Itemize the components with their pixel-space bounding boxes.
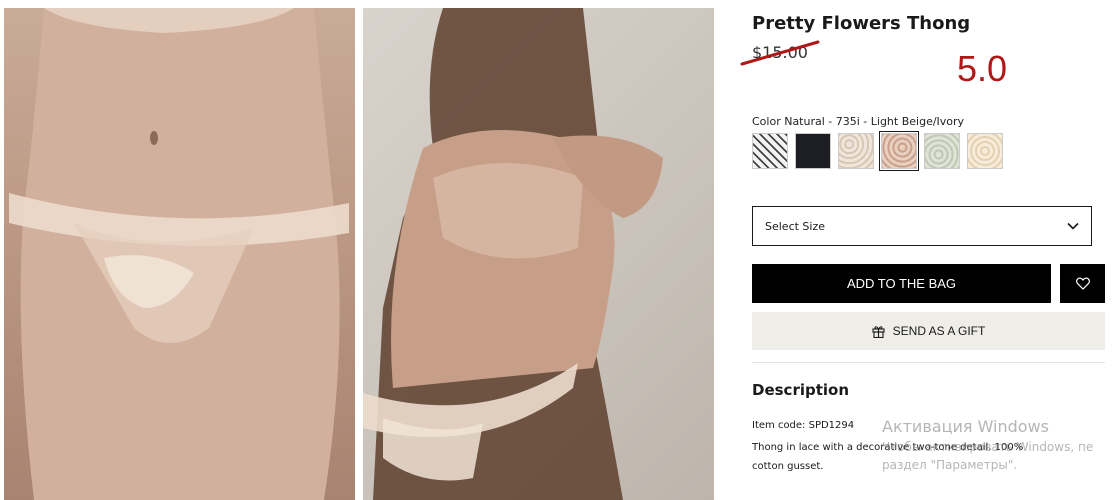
product-photo-model-illustration	[363, 8, 663, 500]
size-select[interactable]: Select Size	[752, 206, 1092, 246]
product-photo-front[interactable]	[4, 8, 355, 500]
product-photo-model[interactable]	[363, 8, 714, 500]
item-code: Item code: SPD1294	[752, 420, 855, 431]
swatch-black-white-lace[interactable]	[752, 133, 788, 169]
swatch-sage-lace[interactable]	[924, 133, 960, 169]
product-title: Pretty Flowers Thong	[752, 13, 971, 34]
wishlist-button[interactable]	[1060, 264, 1105, 303]
send-as-gift-button[interactable]: SEND AS A GIFT	[752, 312, 1105, 350]
gift-icon	[872, 325, 885, 338]
swatch-natural-beige-lace[interactable]	[879, 131, 919, 171]
product-info-panel: Pretty Flowers Thong $15.00 5.0 Color Na…	[740, 0, 1105, 500]
swatch-navy-black[interactable]	[795, 133, 831, 169]
heart-icon	[1075, 277, 1090, 290]
size-select-label: Select Size	[765, 219, 826, 233]
price-strikethrough-mark	[740, 40, 820, 66]
swatch-ivory-lace[interactable]	[838, 133, 874, 169]
description-title: Description	[752, 381, 850, 399]
description-text: Thong in lace with a decorative two-tone…	[752, 442, 1024, 472]
color-label: Color Natural - 735i - Light Beige/Ivory	[752, 115, 965, 128]
add-to-bag-button[interactable]: ADD TO THE BAG	[752, 264, 1051, 303]
chevron-down-icon	[1067, 222, 1079, 230]
swatch-cream-lace[interactable]	[967, 133, 1003, 169]
sale-price: 5.0	[957, 48, 1008, 89]
color-swatches	[752, 131, 1003, 171]
send-as-gift-label: SEND AS A GIFT	[892, 324, 986, 338]
product-photo-front-illustration	[9, 8, 349, 500]
section-divider	[752, 362, 1105, 363]
